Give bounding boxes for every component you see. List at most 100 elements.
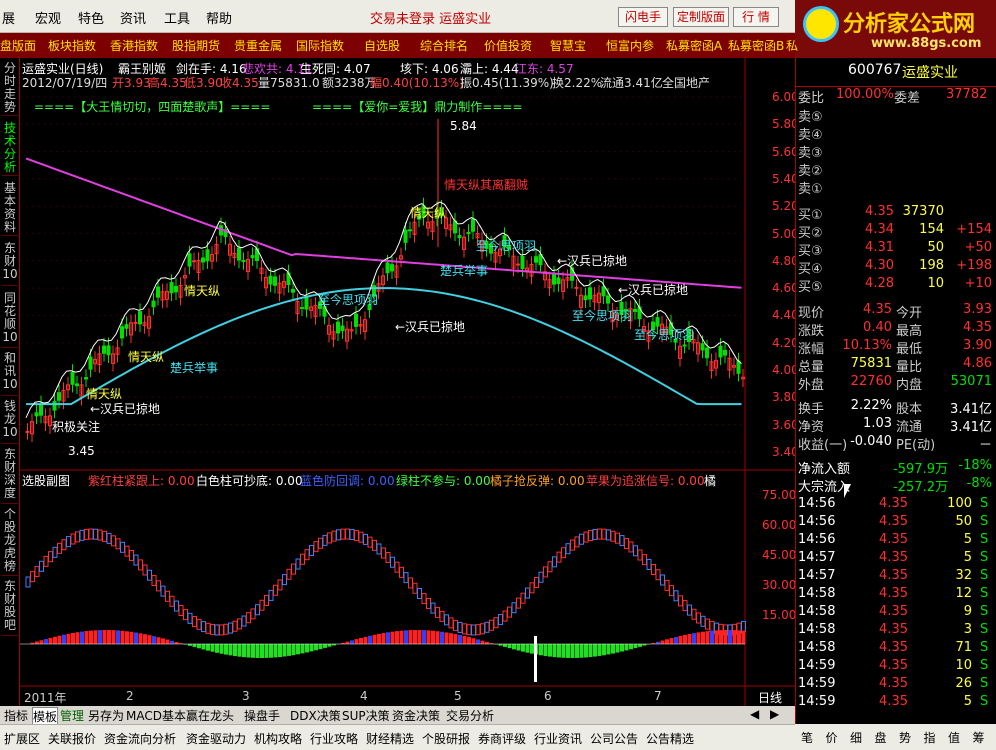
candle-body [250,255,255,259]
tab-saveas[interactable]: 另存为 [88,707,124,724]
kline-chart-svg[interactable] [20,58,795,706]
sub-tick-label: 15.00 [762,608,797,622]
menu-item[interactable]: 展 [2,8,15,27]
vtab-ths[interactable]: 同花顺10 [2,292,18,348]
lightning-button[interactable]: 闪电手 [618,7,668,27]
status-tab[interactable]: 资金驱动力 [186,730,246,747]
volume-bar [381,633,386,644]
stat-value: -0.040 [850,434,892,449]
nav-item[interactable]: 盘版面 [0,37,36,54]
quote-tab[interactable]: 值 [948,729,960,746]
vtab-technical[interactable]: 技术分析 [2,122,18,176]
arrow-right-icon[interactable]: ▶ [770,707,779,721]
volume-bar [174,642,179,644]
tab-leader[interactable]: 赢在龙头 [186,707,234,724]
volume-bar [296,644,300,655]
stat-row: 涨幅 10.13% 最低 3.90 [796,338,996,357]
nav-item[interactable]: 综合排名 [420,37,468,54]
stat-row: 总量 75831 量比 4.86 [796,356,996,375]
nav-item[interactable]: 私 [786,37,798,54]
custom-layout-button[interactable]: 定制版面 [673,7,729,27]
volume-bar [413,630,417,644]
tab-trader[interactable]: 操盘手 [244,707,280,724]
vtab-qianlong[interactable]: 钱龙10 [2,400,18,444]
status-tab[interactable]: 关联报价 [48,730,96,747]
status-tab[interactable]: 券商评级 [478,730,526,747]
quote-tab[interactable]: 筹 [973,729,985,746]
tab-fund[interactable]: 资金决策 [392,707,440,724]
menu-item[interactable]: 资讯 [120,8,146,27]
quote-tab[interactable]: 指 [924,729,936,746]
volume-bar [471,638,476,644]
tab-ddx[interactable]: DDX决策 [290,707,341,724]
vtab-dragon[interactable]: 个股龙虎榜 [2,508,18,576]
sub-value: 蓝色防回调: 0.00 [300,474,395,488]
arrow-left-icon[interactable]: ◀ [750,707,759,721]
candle-body [57,392,61,401]
candle-body [237,247,241,261]
annotation-text: 至今思项羽 [476,239,537,253]
nav-item[interactable]: 自选股 [364,37,400,54]
quote-tabs: 笔价细盘势指值筹 [795,724,996,750]
status-tab[interactable]: 行业攻略 [310,730,358,747]
status-tab[interactable]: 公告精选 [646,730,694,747]
vtab-hexun[interactable]: 和讯10 [2,352,18,396]
nav-item[interactable]: 国际指数 [296,37,344,54]
status-tab[interactable]: 公司公告 [590,730,638,747]
vtab-depth[interactable]: 东财深度 [2,448,18,504]
vtab-basic[interactable]: 基本资料 [2,182,18,236]
tab-indicator[interactable]: 指标 [4,707,28,724]
chart-area[interactable]: 运盛实业(日线) 霸王别姬 剑在手: 4.16 悲欢共: 4.11 生死同: 4… [20,58,799,706]
volume-bar [525,644,530,653]
nav-item[interactable]: 贵重金属 [234,37,282,54]
volume-bar [39,640,44,644]
sub-tick-label: 75.00 [762,488,797,502]
nav-item[interactable]: 香港指数 [110,37,158,54]
nav-item[interactable]: 板块指数 [48,37,96,54]
tab-macd[interactable]: MACD基本 [126,707,186,724]
menu-item[interactable]: 工具 [164,8,190,27]
quote-tab[interactable]: 细 [850,729,862,746]
volume-bar [498,644,503,646]
volume-bar [552,644,557,658]
quotes-button[interactable]: 行 情 [733,7,779,27]
vtab-forum[interactable]: 东财股吧 [2,580,18,636]
vtab-timeshare[interactable]: 分时走势 [2,62,18,116]
nav-item[interactable]: 恒富内参 [606,37,654,54]
nav-item[interactable]: 智慧宝 [550,37,586,54]
tab-trade[interactable]: 交易分析 [446,707,494,724]
menu-item[interactable]: 特色 [78,8,104,27]
volume-bar [512,644,516,650]
tab-sup[interactable]: SUP决策 [342,707,390,724]
tick-side: S [980,622,989,637]
stat-value: 3.41亿 [950,402,992,417]
status-tab[interactable]: 扩展区 [4,730,40,747]
status-tab[interactable]: 个股研报 [422,730,470,747]
quote-tab[interactable]: 笔 [801,729,813,746]
annotation-text: 至今思项羽 [318,293,379,307]
status-tab[interactable]: 机构攻略 [254,730,302,747]
annotation-text: 情天纵 [86,387,123,401]
volume-bar [678,635,683,644]
volume-bar [120,630,125,644]
bid-volume: 154 [919,222,944,237]
volume-bar [719,630,723,644]
candle-body [304,296,309,310]
nav-item[interactable]: 价值投资 [484,37,532,54]
quote-tab[interactable]: 价 [826,729,838,746]
menu-item[interactable]: 帮助 [206,8,232,27]
nav-item[interactable]: 私募密函A [666,37,722,54]
tab-manage[interactable]: 管理 [60,707,84,724]
status-tab[interactable]: 资金流向分析 [104,730,176,747]
period-label[interactable]: 日线 [758,689,782,706]
menu-item[interactable]: 宏观 [35,8,61,27]
bid-change: +154 [956,222,992,237]
status-tab[interactable]: 行业资讯 [534,730,582,747]
volume-bar [399,630,404,644]
status-tab[interactable]: 财经精选 [366,730,414,747]
vtab-dongcai[interactable]: 东财10 [2,242,18,286]
nav-item[interactable]: 私募密函B [728,37,784,54]
nav-item[interactable]: 股指期货 [172,37,220,54]
quote-tab[interactable]: 盘 [875,729,887,746]
quote-tab[interactable]: 势 [899,729,911,746]
